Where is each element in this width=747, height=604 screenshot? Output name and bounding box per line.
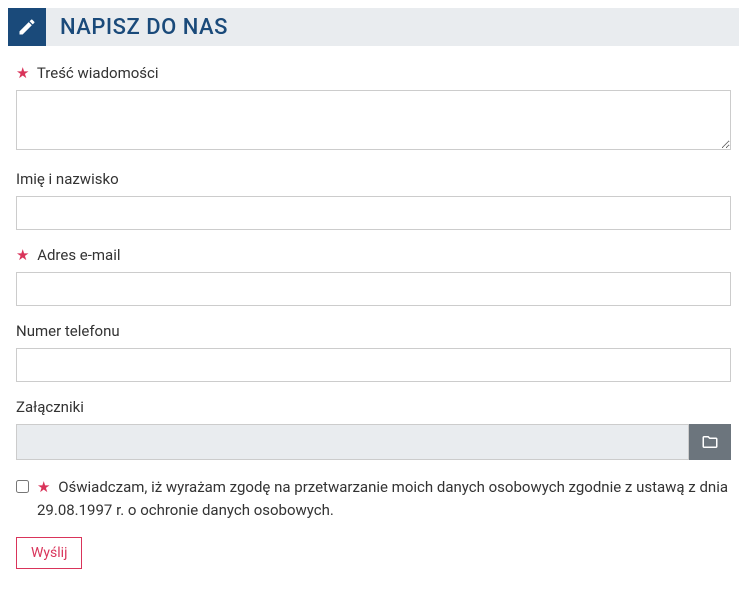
contact-form: ★ Treść wiadomości Imię i nazwisko ★ Adr… — [8, 64, 739, 569]
name-group: Imię i nazwisko — [16, 170, 731, 230]
consent-label-text: Oświadczam, iż wyrażam zgodę na przetwar… — [37, 478, 728, 519]
consent-label: ★ Oświadczam, iż wyrażam zgodę na przetw… — [37, 476, 731, 521]
message-input[interactable] — [16, 90, 731, 150]
required-star: ★ — [37, 478, 50, 496]
browse-button[interactable] — [689, 424, 731, 460]
email-input[interactable] — [16, 272, 731, 306]
pencil-icon — [8, 8, 46, 46]
consent-checkbox[interactable] — [16, 480, 29, 493]
submit-button[interactable]: Wyślij — [16, 537, 82, 569]
email-group: ★ Adres e-mail — [16, 246, 731, 306]
name-input[interactable] — [16, 196, 731, 230]
attachments-label: Załączniki — [16, 398, 731, 416]
required-star: ★ — [16, 64, 29, 82]
attachments-input[interactable] — [16, 424, 689, 460]
attachments-group: Załączniki — [16, 398, 731, 460]
folder-open-icon — [701, 433, 719, 451]
phone-group: Numer telefonu — [16, 322, 731, 382]
phone-label: Numer telefonu — [16, 322, 731, 340]
form-title: NAPISZ DO NAS — [46, 15, 228, 40]
email-label-text: Adres e-mail — [37, 246, 120, 264]
phone-input[interactable] — [16, 348, 731, 382]
message-label-text: Treść wiadomości — [37, 64, 159, 82]
required-star: ★ — [16, 246, 29, 264]
email-label: ★ Adres e-mail — [16, 246, 731, 264]
file-input-wrapper — [16, 424, 731, 460]
consent-group: ★ Oświadczam, iż wyrażam zgodę na przetw… — [16, 476, 731, 521]
message-group: ★ Treść wiadomości — [16, 64, 731, 154]
name-label: Imię i nazwisko — [16, 170, 731, 188]
message-label: ★ Treść wiadomości — [16, 64, 731, 82]
form-header: NAPISZ DO NAS — [8, 8, 739, 46]
